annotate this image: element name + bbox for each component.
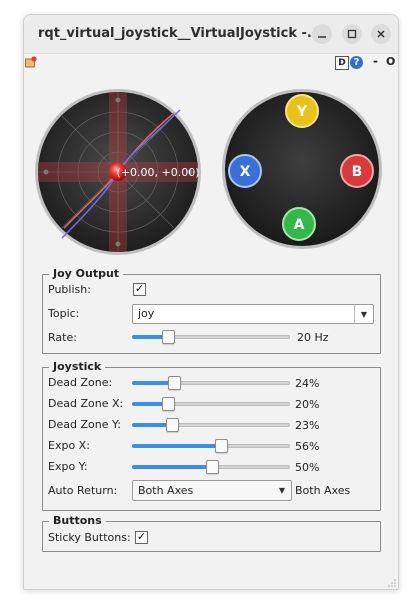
publish-checkbox[interactable]: ✓ [133,283,146,296]
minimize-button[interactable] [312,24,332,44]
dead-zone-y-slider[interactable] [132,418,290,432]
dead-zone-x-slider[interactable] [132,397,290,411]
sticky-buttons-checkbox[interactable]: ✓ [135,531,148,544]
slider-handle[interactable] [206,460,219,474]
topic-label: Topic: [48,307,80,320]
button-x[interactable]: X [228,154,262,188]
maximize-button[interactable] [342,24,362,44]
button-a-label: A [294,217,305,233]
dead-zone-value: 24% [295,377,320,390]
close-icon [377,30,385,38]
buttons-settings-title: Buttons [49,514,106,527]
window-title: rqt_virtual_joystick__VirtualJoystick -.… [38,26,322,41]
expo-x-value: 56% [295,440,320,453]
dead-zone-x-value: 20% [295,398,320,411]
button-y-label: Y [296,104,308,120]
resize-grip-icon[interactable] [388,579,396,587]
close-button[interactable] [371,24,391,44]
dead-zone-y-value: 23% [295,419,320,432]
dead-zone-label: Dead Zone: [48,376,113,389]
rate-value: 20 Hz [297,331,329,344]
chevron-down-icon[interactable]: ▼ [273,481,291,499]
buttons-settings-group: Buttons Sticky Buttons: ✓ [42,514,381,552]
close-plugin-button[interactable]: O [386,55,395,68]
expo-y-value: 50% [295,461,320,474]
button-b-label: B [352,164,363,180]
plugin-toolbar: D ? - O [24,54,398,72]
buttons-pad: Y X B A [221,88,383,250]
joystick-settings-title: Joystick [49,360,106,373]
publish-label: Publish: [48,283,91,296]
slider-handle[interactable] [162,397,175,411]
app-window: rqt_virtual_joystick__VirtualJoystick -.… [23,14,399,590]
rate-slider[interactable] [132,330,290,344]
chevron-down-icon[interactable]: ▼ [354,305,373,323]
auto-return-combobox[interactable]: Both Axes ▼ [132,480,292,501]
expo-x-slider[interactable] [132,439,290,453]
help-button[interactable]: ? [350,56,363,69]
expo-y-slider[interactable] [132,460,290,474]
button-x-label: X [240,164,251,180]
joystick-pad[interactable]: (+0.00, +0.00) [34,88,202,256]
dead-zone-x-label: Dead Zone X: [48,397,124,410]
auto-return-label: Auto Return: [48,484,118,497]
dead-zone-y-label: Dead Zone Y: [48,418,121,431]
title-bar[interactable]: rqt_virtual_joystick__VirtualJoystick -.… [24,15,398,54]
button-y[interactable]: Y [285,94,319,128]
expo-x-label: Expo X: [48,439,90,452]
slider-handle[interactable] [162,330,175,344]
position-readout: (+0.00, +0.00) [117,166,200,179]
topic-combobox[interactable]: joy ▼ [132,304,374,324]
minimize-icon [318,36,326,38]
slider-handle[interactable] [215,439,228,453]
minimize-plugin-button[interactable]: - [373,54,378,68]
button-a[interactable]: A [282,207,316,241]
dead-zone-slider[interactable] [132,376,290,390]
joystick-settings-group: Joystick Dead Zone: 24% Dead Zone X: 20%… [42,360,381,511]
auto-return-value: Both Axes [138,484,194,497]
plugin-icon [25,56,37,68]
slider-handle[interactable] [168,376,181,390]
topic-value: joy [138,307,155,320]
auto-return-display: Both Axes [295,484,351,497]
slider-handle[interactable] [166,418,179,432]
dock-button[interactable]: D [335,56,349,70]
joy-output-group: Joy Output Publish: ✓ Topic: joy ▼ Rate:… [42,267,381,354]
rate-label: Rate: [48,331,77,344]
maximize-icon [347,29,357,39]
sticky-buttons-label: Sticky Buttons: [48,531,131,544]
button-b[interactable]: B [340,154,374,188]
expo-y-label: Expo Y: [48,460,88,473]
joy-output-title: Joy Output [49,267,124,280]
